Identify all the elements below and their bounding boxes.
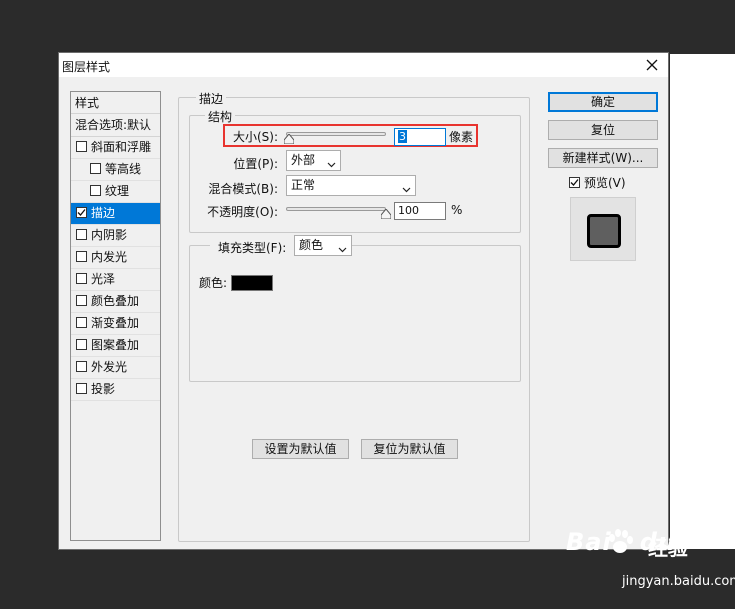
style-checkbox[interactable]: [76, 229, 87, 240]
chevron-down-icon: [402, 181, 411, 193]
background-canvas: [670, 54, 735, 549]
style-list-item-label: 内阴影: [91, 228, 128, 242]
blend-mode-label: 混合模式(B):: [208, 182, 278, 196]
chevron-down-icon: [327, 156, 336, 168]
structure-group-title: 结构: [205, 108, 236, 125]
style-checkbox[interactable]: [76, 141, 87, 152]
watermark-cn: 经验: [648, 536, 688, 560]
size-slider-track[interactable]: [286, 132, 386, 136]
preview-shape: [587, 214, 621, 248]
style-list-item-label: 描边: [91, 206, 116, 220]
layer-style-dialog: 图层样式 样式 混合选项:默认 斜面和浮雕 等高线 纹理 描边 内阴影 内发光 光泽 颜色叠加…: [58, 52, 669, 550]
style-list: 样式 混合选项:默认 斜面和浮雕等高线纹理描边内阴影内发光光泽颜色叠加渐变叠加图…: [70, 91, 161, 541]
style-checkbox[interactable]: [90, 185, 101, 196]
style-checkbox[interactable]: [90, 163, 101, 174]
slider-thumb-icon: [283, 133, 295, 145]
size-input[interactable]: 3: [394, 128, 446, 146]
style-list-item[interactable]: 内阴影: [71, 225, 160, 247]
blend-options-item[interactable]: 混合选项:默认: [71, 114, 160, 137]
color-label: 颜色:: [199, 276, 228, 290]
style-checkbox[interactable]: [76, 339, 87, 350]
style-list-item-label: 外发光: [91, 360, 128, 374]
size-unit: 像素: [449, 130, 474, 144]
new-style-button[interactable]: 新建样式(W)...: [548, 148, 658, 168]
slider-thumb-icon: [380, 208, 392, 220]
style-list-item[interactable]: 内发光: [71, 247, 160, 269]
style-list-item-label: 图案叠加: [91, 338, 140, 352]
style-checkbox[interactable]: [76, 207, 87, 218]
title-bar: 图层样式: [59, 53, 668, 77]
stroke-group: 描边 结构 大小(S): 3 像素 位置(P): 外部 混合模式(B): 正常 …: [178, 90, 530, 542]
style-checkbox[interactable]: [76, 295, 87, 306]
structure-group: 结构 大小(S): 3 像素 位置(P): 外部 混合模式(B): 正常 不透明…: [189, 108, 521, 233]
style-checkbox[interactable]: [76, 383, 87, 394]
style-list-item[interactable]: 渐变叠加: [71, 313, 160, 335]
preview-label: 预览(V): [584, 176, 626, 190]
close-button[interactable]: [642, 55, 662, 75]
position-select[interactable]: 外部: [286, 150, 341, 171]
preview-checkbox-row[interactable]: 预览(V): [569, 174, 626, 191]
style-list-item-label: 斜面和浮雕: [91, 140, 152, 154]
style-checkbox[interactable]: [76, 273, 87, 284]
opacity-input[interactable]: 100: [394, 202, 446, 220]
fill-type-group: 填充类型(F): 颜色 颜色:: [189, 235, 521, 382]
watermark-url: jingyan.baidu.com: [622, 574, 735, 589]
opacity-label: 不透明度(O):: [207, 205, 278, 219]
style-list-header[interactable]: 样式: [71, 92, 160, 114]
style-checkbox[interactable]: [76, 317, 87, 328]
preview-thumbnail: [570, 197, 636, 261]
size-slider-thumb[interactable]: [283, 133, 295, 145]
preview-checkbox[interactable]: [569, 177, 580, 188]
fill-type-legend: 填充类型(F): 颜色: [210, 235, 352, 259]
size-input-value: 3: [398, 130, 407, 143]
style-list-item[interactable]: 外发光: [71, 357, 160, 379]
style-list-item[interactable]: 纹理: [71, 181, 160, 203]
style-list-item-label: 内发光: [91, 250, 128, 264]
opacity-slider-thumb[interactable]: [380, 208, 392, 220]
reset-button[interactable]: 复位: [548, 120, 658, 140]
fill-type-label: 填充类型(F):: [218, 241, 287, 255]
style-list-item[interactable]: 描边: [71, 203, 160, 225]
style-list-item[interactable]: 斜面和浮雕: [71, 137, 160, 159]
blend-mode-select[interactable]: 正常: [286, 175, 416, 196]
color-swatch[interactable]: [231, 275, 273, 291]
position-value: 外部: [291, 153, 316, 167]
style-list-item[interactable]: 颜色叠加: [71, 291, 160, 313]
style-list-item-label: 渐变叠加: [91, 316, 140, 330]
style-list-item[interactable]: 投影: [71, 379, 160, 401]
style-list-item[interactable]: 光泽: [71, 269, 160, 291]
chevron-down-icon: [338, 241, 347, 253]
style-checkbox[interactable]: [76, 361, 87, 372]
style-list-item-label: 等高线: [105, 162, 142, 176]
size-label: 大小(S):: [232, 130, 278, 144]
stroke-group-title: 描边: [196, 90, 227, 107]
style-list-item[interactable]: 等高线: [71, 159, 160, 181]
paw-icon: [609, 529, 633, 553]
style-list-item[interactable]: 图案叠加: [71, 335, 160, 357]
blend-mode-value: 正常: [291, 178, 316, 192]
style-checkbox[interactable]: [76, 251, 87, 262]
style-list-item-label: 投影: [91, 382, 116, 396]
style-list-item-label: 纹理: [105, 184, 130, 198]
fill-type-value: 颜色: [299, 238, 324, 252]
close-icon: [646, 59, 658, 71]
baidu-watermark: Bai du 经验 jingyan.baidu.com: [566, 520, 735, 609]
opacity-unit: %: [451, 203, 463, 217]
fill-type-select[interactable]: 颜色: [294, 235, 352, 256]
reset-default-button[interactable]: 复位为默认值: [361, 439, 458, 459]
position-label: 位置(P):: [233, 157, 278, 171]
ok-button[interactable]: 确定: [548, 92, 658, 112]
opacity-slider-track[interactable]: [286, 207, 386, 211]
set-default-button[interactable]: 设置为默认值: [252, 439, 349, 459]
checkmark-icon: [77, 209, 86, 216]
dialog-title: 图层样式: [62, 60, 111, 74]
opacity-input-value: 100: [398, 204, 419, 217]
checkmark-icon: [570, 179, 579, 186]
style-list-item-label: 颜色叠加: [91, 294, 140, 308]
style-list-item-label: 光泽: [91, 272, 116, 286]
